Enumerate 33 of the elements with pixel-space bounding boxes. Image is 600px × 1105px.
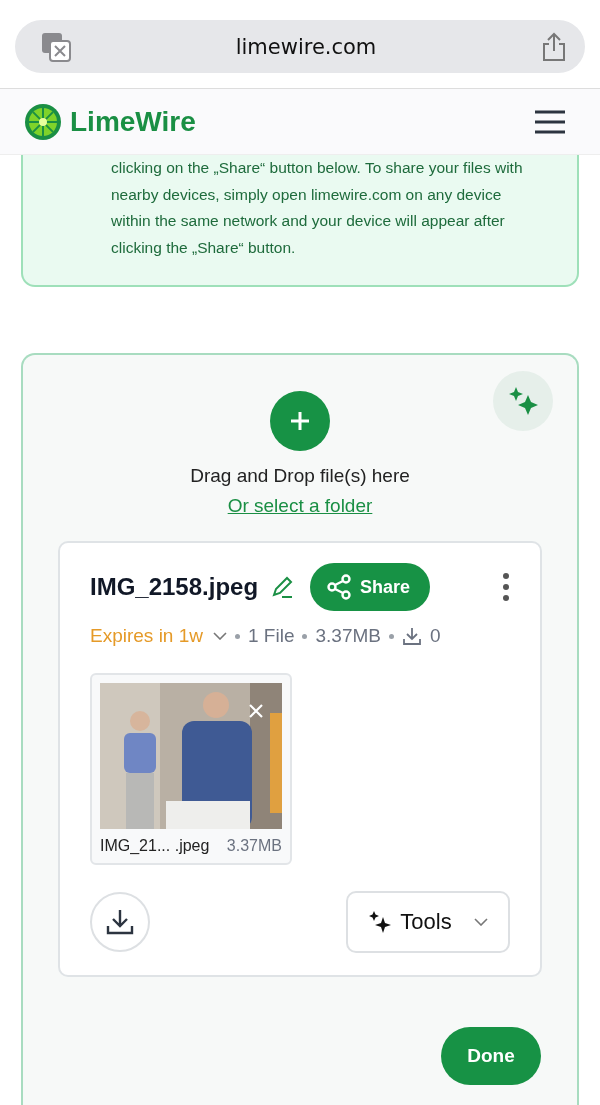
url-text: limewire.com <box>235 34 377 59</box>
edit-icon[interactable] <box>270 575 295 599</box>
sparkle-icon <box>368 910 393 934</box>
download-count: 0 <box>429 625 441 647</box>
file-name: IMG_2158.jpeg <box>90 573 259 601</box>
chevron-down-icon <box>213 632 227 640</box>
brand-name: LimeWire <box>70 105 196 138</box>
share-icon[interactable] <box>541 31 567 62</box>
download-icon <box>105 907 135 937</box>
chevron-down-icon <box>473 918 488 926</box>
close-icon[interactable] <box>248 703 264 719</box>
share-icon <box>326 574 353 600</box>
file-count: 1 File <box>248 625 295 647</box>
tools-button[interactable]: Tools <box>346 891 510 953</box>
info-text: clicking on the „Share“ button below. To share your files with nearby devices, simply open limewire.com on any device within the same network and your device will appear after clicking the „Share“ button. <box>111 158 524 258</box>
lime-logo-icon <box>24 102 62 141</box>
file-size: 3.37MB <box>315 625 381 647</box>
folder-link[interactable]: Or select a folder <box>227 495 373 517</box>
done-button[interactable]: Done <box>441 1027 541 1085</box>
add-file-button[interactable] <box>270 391 330 451</box>
translate-icon[interactable] <box>41 31 71 62</box>
sparkle-icon <box>507 385 539 417</box>
expiry-dropdown[interactable]: Expires in 1w <box>90 625 227 647</box>
more-icon[interactable] <box>502 572 510 602</box>
drop-hint: Drag and Drop file(s) here <box>190 465 410 487</box>
thumbnail-name: IMG_21... .jpeg <box>100 837 210 855</box>
plus-icon <box>289 410 311 432</box>
address-bar[interactable]: limewire.com <box>15 20 585 73</box>
thumbnail-size: 3.37MB <box>226 837 282 855</box>
share-button[interactable]: Share <box>310 563 431 611</box>
menu-icon[interactable] <box>534 109 566 134</box>
download-icon <box>401 626 422 646</box>
download-button[interactable] <box>90 892 150 952</box>
